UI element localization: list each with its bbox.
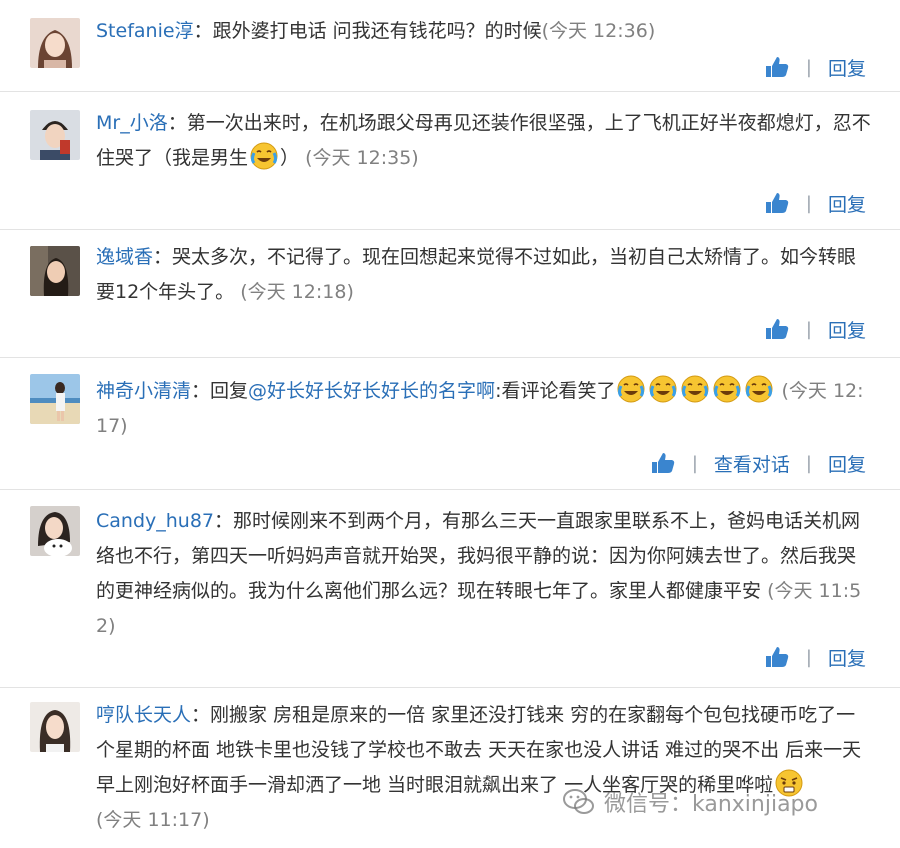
comment-body: 哭太多次，不记得了。现在回想起来觉得不过如此，当初自己太矫情了。如今转眼要12个… xyxy=(96,246,857,303)
view-conversation-button[interactable]: 查看对话 xyxy=(714,450,790,477)
comment-body: 跟外婆打电话 问我还有钱花吗？的时候 xyxy=(212,20,542,42)
action-separator: | xyxy=(805,56,812,78)
comment-actions: | 回复 xyxy=(764,52,866,82)
thumbs-up-icon[interactable] xyxy=(764,55,790,79)
comment-text: 逸域香：哭太多次，不记得了。现在回想起来觉得不过如此，当初自己太矫情了。如今转眼… xyxy=(96,246,857,303)
comment-body: 回复 xyxy=(210,380,249,402)
username-link[interactable]: 逸域香 xyxy=(96,246,153,268)
comment-item: Mr_小洛：第一次出来时，在机场跟父母再见还装作很坚强，上了飞机正好半夜都熄灯，… xyxy=(0,92,900,230)
comment-actions: | 查看对话 | 回复 xyxy=(650,448,866,478)
username-link[interactable]: Candy_hu87 xyxy=(96,510,214,532)
reply-button[interactable]: 回复 xyxy=(828,644,866,671)
wechat-icon xyxy=(563,789,594,814)
comment-actions: | 回复 xyxy=(764,314,866,344)
thumbs-up-icon[interactable] xyxy=(764,317,790,341)
timestamp: (今天 12:18) xyxy=(240,281,354,303)
timestamp: (今天 11:17) xyxy=(96,809,210,831)
comment-body: 刚搬家 房租是原来的一倍 家里还没打钱来 穷的在家翻每个包包找硬币吃了一个星期的… xyxy=(96,704,862,796)
thumbs-up-icon[interactable] xyxy=(650,451,676,475)
reply-button[interactable]: 回复 xyxy=(828,190,866,217)
avatar[interactable] xyxy=(30,110,80,160)
comment-text: Stefanie淳：跟外婆打电话 问我还有钱花吗？的时候(今天 12:36) xyxy=(96,20,656,42)
comment-item: 神奇小清清：回复@好长好长好长好长的名字啊:看评论看笑了 (今天 12:17) … xyxy=(0,358,900,490)
comment-text: Candy_hu87：那时候刚来不到两个月，有那么三天一直跟家里联系不上，爸妈电… xyxy=(96,510,862,637)
reply-button[interactable]: 回复 xyxy=(828,54,866,81)
emoji-group xyxy=(615,375,775,403)
crying-laughing-emoji-icon xyxy=(649,375,677,403)
username-link[interactable]: 神奇小清清 xyxy=(96,380,191,402)
reply-button[interactable]: 回复 xyxy=(828,450,866,477)
avatar[interactable] xyxy=(30,246,80,296)
action-separator: | xyxy=(805,452,812,474)
avatar[interactable] xyxy=(30,506,80,556)
avatar[interactable] xyxy=(30,18,80,68)
crying-laughing-emoji-icon xyxy=(745,375,773,403)
comment-item: 哼队长天人：刚搬家 房租是原来的一倍 家里还没打钱来 穷的在家翻每个包包找硬币吃… xyxy=(0,688,900,848)
username-link[interactable]: Stefanie淳 xyxy=(96,20,194,42)
crying-laughing-emoji-icon xyxy=(681,375,709,403)
username-link[interactable]: 哼队长天人 xyxy=(96,704,191,726)
reply-button[interactable]: 回复 xyxy=(828,316,866,343)
comment-body: 第一次出来时，在机场跟父母再见还装作很坚强，上了飞机正好半夜都熄灯，忍不住哭了（… xyxy=(96,112,871,169)
comment-actions: | 回复 xyxy=(764,642,866,672)
comment-text: 神奇小清清：回复@好长好长好长好长的名字啊:看评论看笑了 (今天 12:17) xyxy=(96,374,874,444)
comment-text: Mr_小洛：第一次出来时，在机场跟父母再见还装作很坚强，上了飞机正好半夜都熄灯，… xyxy=(96,112,871,170)
comment-actions: | 回复 xyxy=(764,188,866,218)
avatar[interactable] xyxy=(30,702,80,752)
thumbs-up-icon[interactable] xyxy=(764,645,790,669)
comment-item: 逸域香：哭太多次，不记得了。现在回想起来觉得不过如此，当初自己太矫情了。如今转眼… xyxy=(0,230,900,358)
timestamp: (今天 12:35) xyxy=(305,147,419,169)
thumbs-up-icon[interactable] xyxy=(764,191,790,215)
comment-item: Stefanie淳：跟外婆打电话 问我还有钱花吗？的时候(今天 12:36) |… xyxy=(0,0,900,92)
username-link[interactable]: Mr_小洛 xyxy=(96,112,168,134)
action-separator: | xyxy=(691,452,698,474)
action-separator: | xyxy=(805,646,812,668)
watermark-text: 微信号：kanxinjiapo xyxy=(604,792,818,817)
action-separator: | xyxy=(805,318,812,340)
crying-laughing-emoji-icon xyxy=(617,375,645,403)
avatar[interactable] xyxy=(30,374,80,424)
mention-link[interactable]: @好长好长好长好长的名字啊 xyxy=(248,380,495,402)
comment-item: Candy_hu87：那时候刚来不到两个月，有那么三天一直跟家里联系不上，爸妈电… xyxy=(0,490,900,688)
action-separator: | xyxy=(805,192,812,214)
timestamp: (今天 12:36) xyxy=(541,20,656,42)
wechat-watermark: 微信号：kanxinjiapo xyxy=(562,786,818,818)
crying-laughing-emoji-icon xyxy=(713,375,741,403)
crying-laughing-emoji-icon xyxy=(250,142,278,170)
